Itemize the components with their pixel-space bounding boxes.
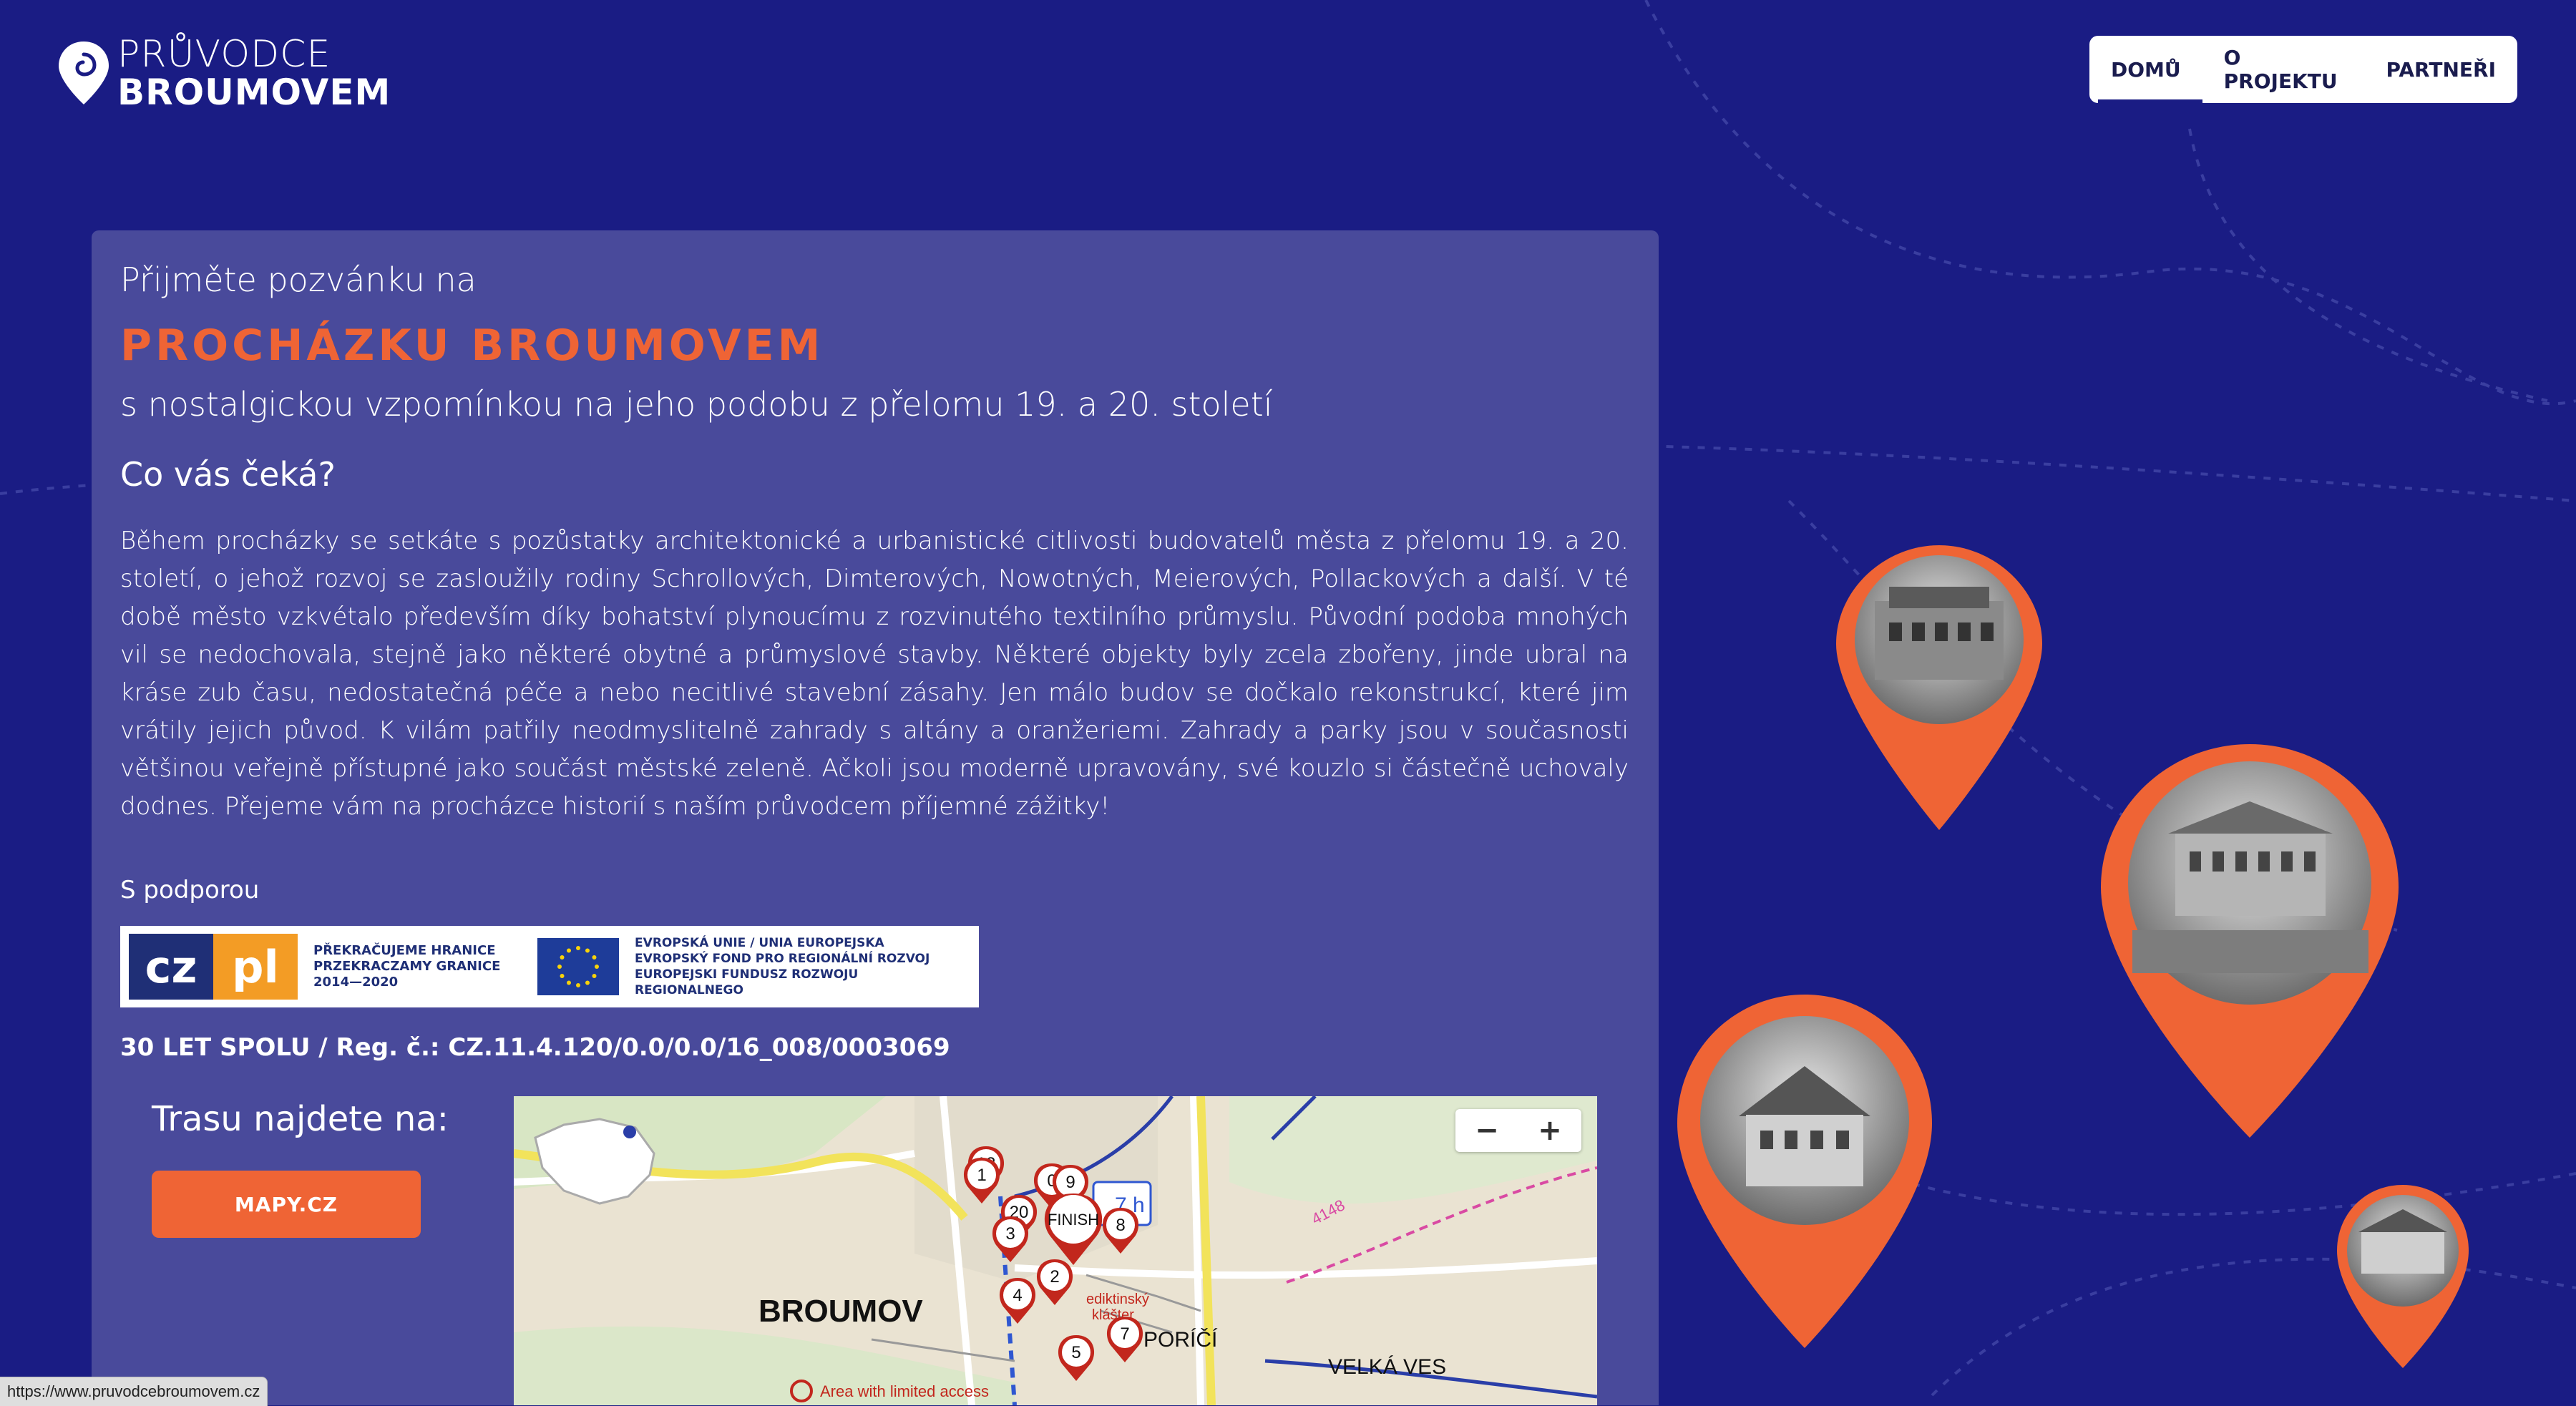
intro-subtitle: s nostalgickou vzpomínkou na jeho podobu… [120, 385, 1273, 424]
support-label: S podporou [120, 876, 260, 904]
main-navigation: DOMŮ O PROJEKTU PARTNEŘI [2089, 36, 2517, 103]
eu-caption-line: EVROPSKÁ UNIE / UNIA EUROPEJSKA [635, 936, 884, 950]
map-marker[interactable]: 8 [1102, 1208, 1139, 1254]
map-marker[interactable]: 3 [992, 1216, 1029, 1262]
logo-line-1: PRŮVODCE [117, 33, 331, 76]
mapy-cz-button[interactable]: MAPY.CZ [152, 1171, 421, 1238]
map-marker[interactable]: 2 [1036, 1259, 1073, 1305]
section-heading: Co vás čeká? [120, 455, 336, 494]
eu-caption-line: EVROPSKÝ FOND PRO REGIONÁLNÍ ROZVOJ [635, 952, 930, 966]
svg-text:9: 9 [1065, 1173, 1075, 1192]
map-label-broumov: BROUMOV [758, 1294, 923, 1329]
map-label-velka-ves: VELKÁ VES [1328, 1355, 1447, 1379]
map-label-porici: PORÍČÍ [1143, 1328, 1218, 1352]
map-marker[interactable]: 7 [1106, 1317, 1143, 1362]
logo-line-2: BROUMOVEM [117, 72, 391, 113]
svg-text:2: 2 [1050, 1267, 1059, 1287]
map-zoom-controls: − + [1455, 1109, 1581, 1152]
map-marker[interactable]: 4 [999, 1278, 1036, 1324]
svg-text:1: 1 [977, 1166, 986, 1185]
partner-logos-banner: cz pl PŘEKRAČUJEME HRANICE PRZEKRACZAMY … [120, 926, 979, 1007]
map-marker[interactable]: 1 [963, 1158, 1000, 1204]
intro-headline: PROCHÁZKU BROUMOVEM [120, 321, 824, 371]
browser-status-bar: https://www.pruvodcebroumovem.cz [0, 1377, 268, 1406]
nav-about-project[interactable]: O PROJEKTU [2202, 36, 2365, 103]
zoom-in-button[interactable]: + [1518, 1109, 1581, 1152]
nav-home[interactable]: DOMŮ [2089, 36, 2202, 103]
svg-text:7: 7 [1120, 1324, 1129, 1344]
map-marker[interactable]: 5 [1058, 1335, 1095, 1381]
czpl-logo: cz pl [129, 934, 298, 1000]
intro-invite: Přijměte pozvánku na [120, 260, 477, 299]
map-marker-finish[interactable]: FINISH [1044, 1193, 1103, 1265]
svg-text:4: 4 [1013, 1286, 1022, 1305]
eu-caption-line: EUROPEJSKI FUNDUSZ ROZWOJU REGIONALNEGO [635, 967, 859, 997]
svg-text:FINISH: FINISH [1048, 1211, 1099, 1229]
svg-text:3: 3 [1005, 1224, 1015, 1244]
location-pin-icon [59, 42, 109, 104]
czpl-logo-cz: cz [129, 934, 213, 1000]
czpl-caption-line: PŘEKRAČUJEME HRANICE [313, 943, 496, 958]
route-map[interactable]: 4148 7 h ediktinský klášter 12 1 0 9 20 … [514, 1096, 1597, 1405]
site-logo[interactable]: PRŮVODCE BROUMOVEM [56, 36, 391, 110]
registration-number: 30 LET SPOLU / Reg. č.: CZ.11.4.120/0.0/… [120, 1033, 950, 1062]
czpl-caption-line: PRZEKRACZAMY GRANICE [313, 959, 501, 974]
czpl-logo-pl: pl [213, 934, 298, 1000]
map-label-limited-access: Area with limited access [820, 1382, 989, 1400]
nav-partners[interactable]: PARTNEŘI [2364, 36, 2517, 103]
intro-paragraph: Během procházky se setkáte s pozůstatky … [120, 527, 1629, 821]
route-label: Trasu najdete na: [152, 1099, 449, 1139]
czpl-caption: PŘEKRAČUJEME HRANICE PRZEKRACZAMY GRANIC… [313, 943, 520, 990]
czpl-caption-line: 2014—2020 [313, 975, 399, 990]
svg-text:8: 8 [1116, 1216, 1125, 1235]
svg-text:5: 5 [1071, 1343, 1080, 1362]
zoom-out-button[interactable]: − [1455, 1109, 1518, 1152]
eu-flag-icon [537, 938, 620, 995]
eu-caption: EVROPSKÁ UNIE / UNIA EUROPEJSKA EVROPSKÝ… [635, 935, 970, 998]
